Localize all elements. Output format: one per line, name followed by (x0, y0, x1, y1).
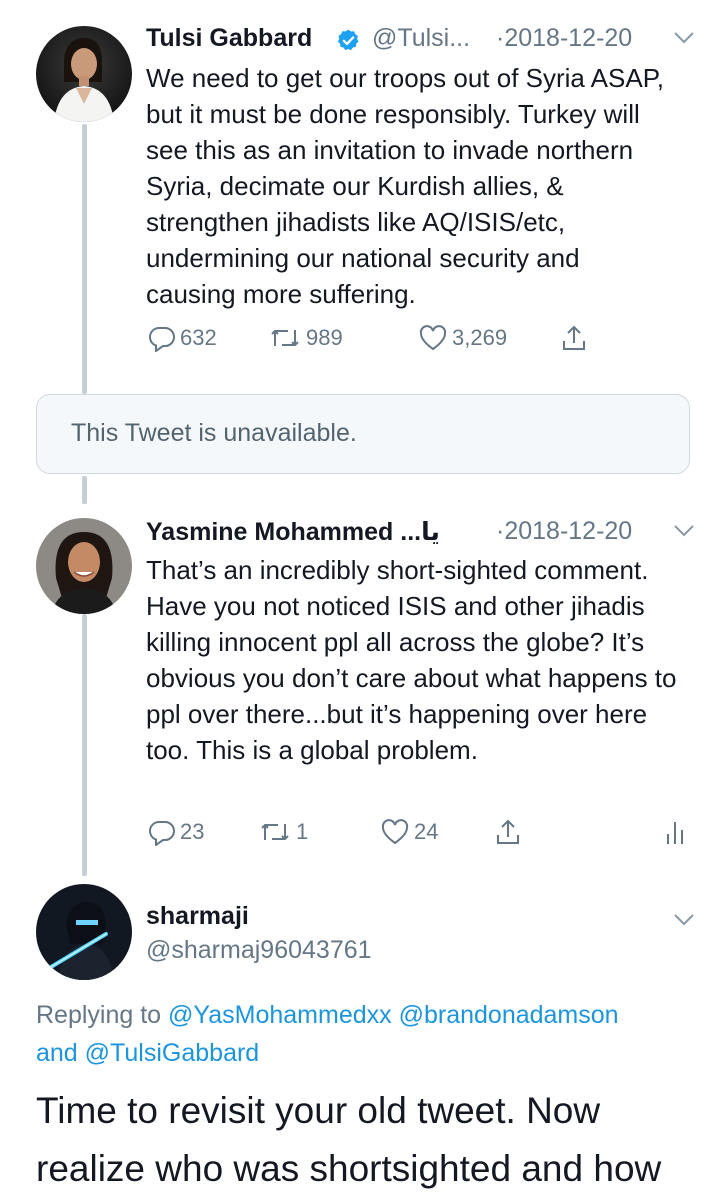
share-button[interactable] (560, 324, 588, 352)
retweet-button[interactable]: 1 (258, 818, 380, 846)
focus-tweet-text: Time to revisit your old tweet. Now real… (36, 1082, 716, 1198)
verified-badge-icon (336, 28, 361, 58)
heart-icon (380, 818, 410, 846)
retweet-count: 989 (306, 325, 343, 350)
tweet-text: We need to get our troops out of Syria A… (146, 63, 664, 309)
tweet-actions: 632 989 3,269 (148, 324, 588, 352)
avatar-tulsi[interactable] (36, 26, 132, 122)
heart-icon (418, 324, 448, 352)
reply-icon (148, 324, 176, 352)
thread-line (82, 476, 87, 504)
tweet-author-name[interactable]: Yasmine Mohammed ...يا (146, 517, 440, 547)
reply-count: 23 (180, 819, 205, 844)
analytics-icon (664, 818, 686, 846)
focus-tweet-line: Time to revisit your old tweet. Now (36, 1090, 601, 1131)
chevron-down-icon[interactable] (672, 912, 696, 933)
mention-link[interactable]: @TulsiGabbard (85, 1039, 260, 1067)
share-button[interactable] (494, 818, 664, 846)
tweet-author-handle[interactable]: @Tulsi... (372, 24, 470, 53)
chevron-down-icon[interactable] (672, 523, 696, 544)
reply-button[interactable]: 23 (148, 818, 258, 846)
avatar-sharmaji[interactable] (36, 884, 132, 980)
share-icon (494, 818, 522, 846)
tweet-author-name[interactable]: sharmaji (146, 902, 249, 931)
retweet-button[interactable]: 989 (268, 324, 418, 352)
like-button[interactable]: 24 (380, 818, 494, 846)
retweet-icon (268, 324, 302, 352)
unavailable-tweet-card: This Tweet is unavailable. (36, 394, 690, 474)
reply-count: 632 (180, 325, 217, 350)
reply-button[interactable]: 632 (148, 324, 268, 352)
retweet-count: 1 (296, 819, 309, 844)
replying-and-link[interactable]: and (36, 1039, 78, 1067)
unavailable-text: This Tweet is unavailable. (71, 419, 357, 447)
replying-to-label: Replying to (36, 1001, 162, 1029)
retweet-icon (258, 818, 292, 846)
thread-line (82, 124, 87, 394)
analytics-button[interactable] (664, 818, 686, 846)
tweet-author-name[interactable]: Tulsi Gabbard (146, 24, 312, 53)
mention-link[interactable]: @brandonadamson (399, 1001, 619, 1029)
thread-line (82, 614, 87, 876)
like-button[interactable]: 3,269 (418, 324, 560, 352)
tweet-date[interactable]: ·2018-12-20 (496, 517, 632, 546)
reply-icon (148, 818, 176, 846)
replying-to: Replying to @YasMohammedxx @brandonadams… (36, 996, 706, 1072)
focus-tweet-line: realize who was shortsighted and how (36, 1148, 662, 1189)
avatar-yasmine[interactable] (36, 518, 132, 614)
chevron-down-icon[interactable] (672, 30, 696, 51)
tweet-text: That’s an incredibly short-sighted comme… (146, 555, 677, 765)
tweet-date[interactable]: ·2018-12-20 (496, 24, 632, 53)
mention-link[interactable]: @YasMohammedxx (168, 1001, 392, 1029)
share-icon (560, 324, 588, 352)
like-count: 24 (414, 819, 439, 844)
tweet-actions: 23 1 24 (148, 818, 686, 846)
tweet-author-handle[interactable]: @sharmaj96043761 (146, 936, 372, 965)
like-count: 3,269 (452, 325, 508, 350)
